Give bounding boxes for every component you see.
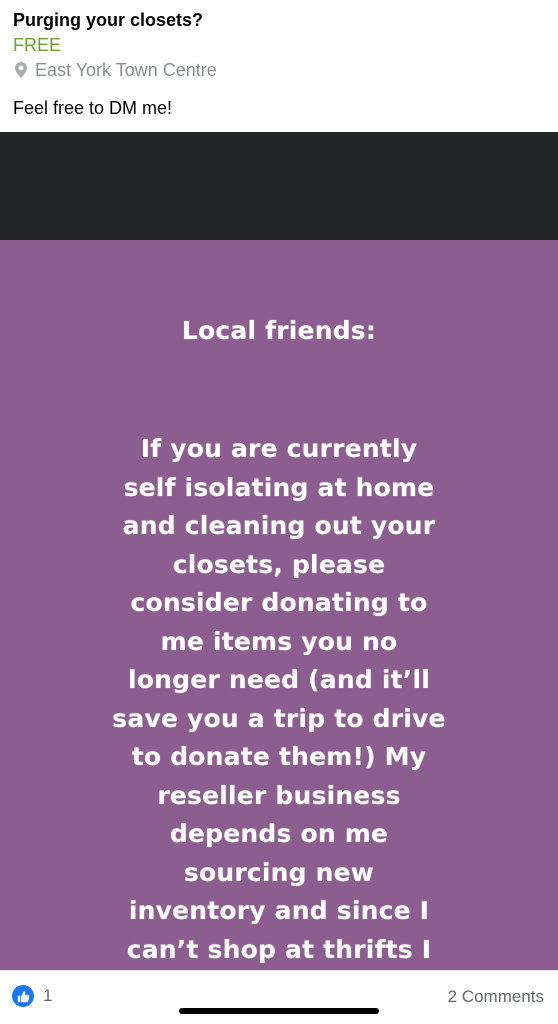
post-footer: 1 2 Comments [0, 970, 558, 1024]
like-icon [12, 985, 34, 1007]
photo-body-line: self isolating at home [123, 472, 435, 502]
photo-body-line: consider donating to [130, 588, 428, 617]
photo-top-bar [0, 132, 558, 240]
reactions-summary[interactable]: 1 [12, 985, 52, 1007]
listing-photo[interactable]: Local friends: If you are currently self… [0, 240, 558, 970]
photo-body-line: longer need (and it’ll [128, 665, 430, 694]
photo-body-line: can’t shop at thrifts I [126, 934, 432, 964]
photo-body-line: save you a trip to drive [112, 703, 446, 733]
listing-title: Purging your closets? [13, 10, 204, 30]
listing-description: Feel free to DM me! [13, 98, 173, 118]
photo-body-text: If you are currently self isolating at h… [0, 430, 558, 969]
listing-price: FREE [13, 35, 62, 55]
map-pin-icon [15, 62, 27, 78]
photo-body-line: to donate them!) My [131, 742, 427, 771]
photo-body-line: depends on me [169, 819, 389, 848]
photo-body-line: reseller business [157, 780, 401, 810]
photo-heading: Local friends: [181, 316, 377, 345]
listing-header: Purging your closets? FREE East York Tow… [0, 0, 558, 132]
photo-body-line: me items you no [160, 626, 398, 656]
photo-body-line: If you are currently [140, 434, 418, 463]
comments-count-link[interactable]: 2 Comments [448, 987, 544, 1007]
reaction-count: 1 [43, 986, 53, 1005]
photo-body-line: inventory and since I [128, 896, 430, 925]
photo-body-line: closets, please [172, 549, 386, 579]
home-indicator[interactable] [179, 1008, 379, 1014]
location-label: East York Town Centre [35, 60, 217, 80]
photo-body-line: and cleaning out your [122, 511, 436, 540]
listing-location[interactable]: East York Town Centre [13, 58, 546, 82]
photo-body-line: sourcing new [183, 857, 375, 887]
marketplace-listing-page: Purging your closets? FREE East York Tow… [0, 0, 558, 1024]
